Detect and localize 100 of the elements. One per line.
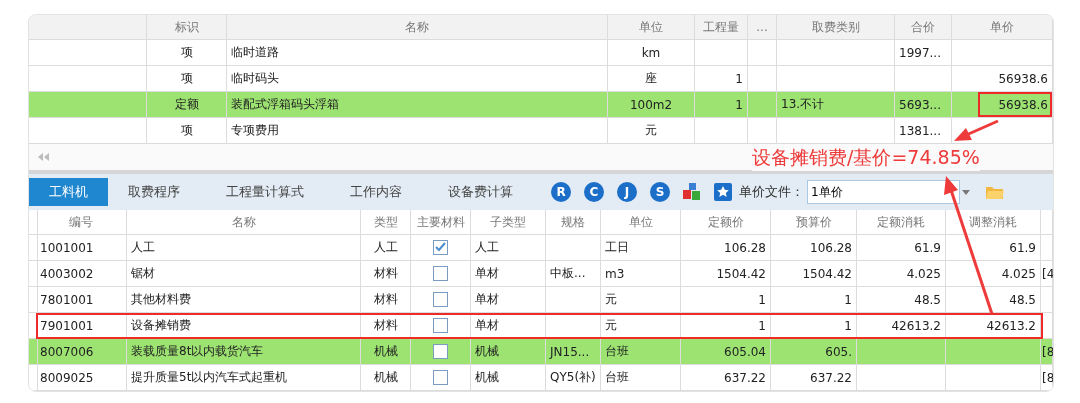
column-header: 单价 xyxy=(990,18,1014,36)
table-cell-text: 单材 xyxy=(475,291,499,308)
table-cell-text: 1504.42 xyxy=(716,266,766,281)
table-cell-text: 4.025 xyxy=(906,266,941,281)
column-header: 编号 xyxy=(69,213,93,231)
table-cell-text: 1001001 xyxy=(40,240,94,255)
table-row[interactable]: 项 专项费用 元 1381... xyxy=(29,118,1053,144)
table-cell-text: 定额 xyxy=(174,96,199,113)
tab[interactable]: 取费程序 xyxy=(108,178,200,206)
table-cell-text: 单材 xyxy=(475,317,499,334)
table-cell-text: 人工 xyxy=(475,239,499,256)
table-cell-text: 装载质量8t以内载货汽车 xyxy=(131,343,264,360)
table-cell-text: 42613.2 xyxy=(986,318,1036,333)
blocks-icon[interactable] xyxy=(683,183,701,201)
price-file-label: 单价文件： xyxy=(739,183,804,201)
table-row[interactable]: 项 临时码头 座 1 56938.6 xyxy=(29,66,1053,92)
column-header: 名称 xyxy=(405,18,429,36)
checkbox[interactable] xyxy=(433,240,448,255)
table-cell-text: 56938.6 xyxy=(998,71,1048,86)
table-cell-text: 设备摊销费 xyxy=(131,317,191,334)
table-cell-text: 1 xyxy=(844,292,852,307)
tab[interactable]: 设备费计算 xyxy=(428,178,533,206)
table-cell-text: 项 xyxy=(180,70,193,87)
table-row[interactable]: 7901001 设备摊销费 材料 单材 元 1 1 42613.2 42613.2 xyxy=(29,313,1053,339)
table-cell-text: 8009025 xyxy=(40,370,94,385)
price-file-select[interactable]: 1单价 xyxy=(807,180,960,204)
table-row[interactable]: 1001001 人工 人工 人工 工日 106.28 106.28 61.9 61.9 xyxy=(29,235,1053,261)
table-cell-text: 4.025 xyxy=(1001,266,1036,281)
table-cell-text: 机械 xyxy=(475,369,499,386)
table-cell-text: 单材 xyxy=(475,265,499,282)
column-header: 类型 xyxy=(373,213,398,231)
table-cell-text: 装配式浮箱码头浮箱 xyxy=(231,96,339,113)
checkbox[interactable] xyxy=(433,344,448,359)
table-cell-text: [8 xyxy=(1042,370,1053,385)
toolbar-button[interactable]: C xyxy=(584,182,604,202)
table-cell-text: 项 xyxy=(180,122,193,139)
table-cell-text: 1504.42 xyxy=(802,266,852,281)
table-cell-text: 61.9 xyxy=(914,240,941,255)
table-cell-text: 工日 xyxy=(605,239,629,256)
column-header: 单位 xyxy=(628,213,653,231)
column-header: 名称 xyxy=(231,213,256,231)
toolbar-button[interactable]: R xyxy=(551,182,571,202)
table-cell-text: 台班 xyxy=(605,343,629,360)
table-cell-text: [8 xyxy=(1042,344,1053,359)
tab[interactable]: 工作内容 xyxy=(330,178,422,206)
table-row[interactable]: 8009025 提升质量5t以内汽车式起重机 机械 机械 QY5(补) 台班 637.22 637.22 [8 xyxy=(29,365,1053,391)
table-cell-text: 材料 xyxy=(373,265,398,282)
tab[interactable]: 工料机 xyxy=(29,178,108,206)
table-cell-text: 605. xyxy=(825,344,852,359)
table-cell-text: 元 xyxy=(605,291,617,308)
table-cell-text: 5693... xyxy=(899,97,941,112)
column-header: 标识 xyxy=(174,18,199,36)
table-row[interactable]: 8007006 装载质量8t以内载货汽车 机械 机械 JN15... 台班 605.04 605. [8 xyxy=(29,339,1053,365)
folder-icon[interactable] xyxy=(986,184,1004,200)
column-header: 取费类别 xyxy=(811,18,860,36)
table-cell-text: 锯材 xyxy=(131,265,155,282)
table-cell-text: 1 xyxy=(758,292,766,307)
column-header: 合价 xyxy=(911,18,935,36)
table-cell-text: 项 xyxy=(180,44,193,61)
column-header: 调整消耗 xyxy=(969,213,1017,231)
table-cell-text: km xyxy=(641,45,661,60)
table-cell-text: 提升质量5t以内汽车式起重机 xyxy=(131,369,288,386)
table-cell-text: 637.22 xyxy=(810,370,852,385)
checkbox[interactable] xyxy=(433,318,448,333)
table-cell-text: 临时码头 xyxy=(231,70,279,87)
table-cell-text: [4 xyxy=(1042,266,1053,281)
toolbar-button[interactable]: S xyxy=(650,182,670,202)
table-cell-text: 机械 xyxy=(373,369,398,386)
table-cell-text: 座 xyxy=(645,70,657,87)
table-row[interactable]: 4003002 锯材 材料 单材 中板... m3 1504.42 1504.42 4.025 4.025 [4 xyxy=(29,261,1053,287)
table-cell-text: m3 xyxy=(605,266,625,281)
table-cell-text: 106.28 xyxy=(810,240,852,255)
table-cell-text: 1 xyxy=(758,318,766,333)
table-row[interactable]: 7801001 其他材料费 材料 单材 元 1 1 48.5 48.5 xyxy=(29,287,1053,313)
table-cell-text: 1381... xyxy=(899,123,941,138)
table-cell-text: 人工 xyxy=(373,239,398,256)
checkbox[interactable] xyxy=(433,266,448,281)
column-header: ... xyxy=(756,20,768,34)
tab[interactable]: 工程量计算式 xyxy=(206,178,324,206)
table-cell-text: QY5(补) xyxy=(550,369,596,386)
table-cell-text: 1 xyxy=(844,318,852,333)
column-header: 规格 xyxy=(561,213,585,231)
arrow xyxy=(954,119,999,141)
table-cell-text: 材料 xyxy=(373,291,398,308)
checkbox[interactable] xyxy=(433,292,448,307)
table-row[interactable]: 项 临时道路 km 1997... xyxy=(29,40,1053,66)
table-cell-text: 605.04 xyxy=(724,344,766,359)
table-cell-text: 1997... xyxy=(899,45,941,60)
column-header: 子类型 xyxy=(490,213,526,231)
table-cell-text: 机械 xyxy=(475,343,499,360)
toolbar-button[interactable]: J xyxy=(617,182,637,202)
scroll-left-icon[interactable] xyxy=(37,153,49,161)
table-cell-text: 48.5 xyxy=(914,292,941,307)
table-cell-text: 1 xyxy=(735,71,743,86)
table-cell-text: 7901001 xyxy=(40,318,94,333)
table-cell-text: 其他材料费 xyxy=(131,291,191,308)
checkbox[interactable] xyxy=(433,370,448,385)
table-cell-text: 临时道路 xyxy=(231,44,279,61)
table-cell-text: 8007006 xyxy=(40,344,94,359)
table-row[interactable]: 定额 装配式浮箱码头浮箱 100m2 1 13.不计 5693... 56938.6 xyxy=(29,92,1053,118)
